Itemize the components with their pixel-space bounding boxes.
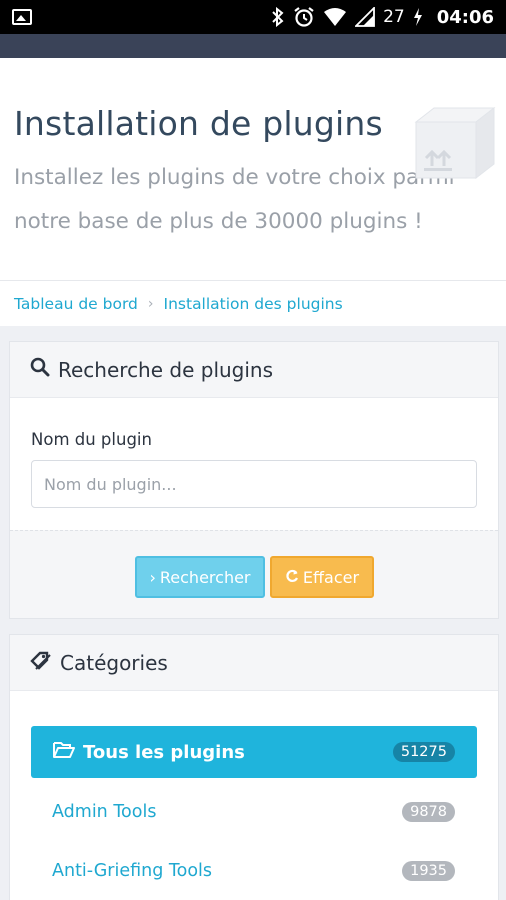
- app-bar: [0, 34, 506, 58]
- chevron-right-icon: ›: [149, 567, 156, 587]
- clear-button[interactable]: Effacer: [270, 556, 374, 598]
- battery-charging-icon: [413, 7, 423, 27]
- folder-open-icon: [53, 741, 75, 764]
- gallery-icon: [12, 9, 32, 25]
- chevron-right-icon: ›: [147, 295, 154, 312]
- breadcrumb-item-plugin-install[interactable]: Installation des plugins: [164, 295, 343, 313]
- refresh-icon: [285, 568, 299, 587]
- tags-icon: [30, 649, 52, 676]
- search-button[interactable]: › Rechercher: [135, 556, 265, 598]
- count-badge: 9878: [402, 802, 455, 822]
- box-icon: [412, 106, 496, 184]
- battery-level: 27: [383, 7, 405, 27]
- panel-footer: › Rechercher Effacer: [10, 530, 498, 618]
- category-item-all[interactable]: Tous les plugins 51275: [31, 726, 477, 778]
- panel-header: Catégories: [10, 635, 498, 691]
- plugin-name-input[interactable]: [31, 460, 477, 508]
- alarm-icon: [293, 6, 315, 28]
- panel-title: Recherche de plugins: [58, 357, 274, 382]
- clock: 04:06: [436, 6, 494, 28]
- category-label: Tous les plugins: [83, 741, 245, 763]
- page-title: Installation de plugins: [14, 104, 383, 143]
- count-badge: 51275: [392, 742, 455, 762]
- search-icon: [30, 357, 50, 382]
- categories-panel: Catégories Tous les plugins 51275 Admin …: [9, 634, 499, 900]
- category-item-admin-tools[interactable]: Admin Tools 9878: [31, 787, 477, 837]
- category-label: Anti-Griefing Tools: [52, 861, 213, 881]
- signal-icon: [355, 7, 375, 27]
- bluetooth-icon: [271, 7, 285, 27]
- count-badge: 1935: [402, 861, 455, 881]
- panel-header: Recherche de plugins: [10, 342, 498, 398]
- breadcrumb: Tableau de bord › Installation des plugi…: [0, 280, 506, 326]
- search-button-label: Rechercher: [159, 567, 251, 587]
- breadcrumb-item-dashboard[interactable]: Tableau de bord: [14, 295, 138, 313]
- panel-title: Catégories: [60, 650, 168, 675]
- page-header: Installation de plugins Installez les pl…: [0, 58, 506, 280]
- status-bar: 27 04:06: [0, 0, 506, 34]
- clear-button-label: Effacer: [302, 567, 360, 587]
- plugin-search-panel: Recherche de plugins Nom du plugin › Rec…: [9, 341, 499, 619]
- plugin-name-label: Nom du plugin: [31, 430, 152, 449]
- category-label: Admin Tools: [52, 802, 157, 822]
- status-icons: 27 04:06: [271, 6, 494, 28]
- wifi-icon: [323, 7, 347, 27]
- category-item-anti-griefing-tools[interactable]: Anti-Griefing Tools 1935: [31, 846, 477, 896]
